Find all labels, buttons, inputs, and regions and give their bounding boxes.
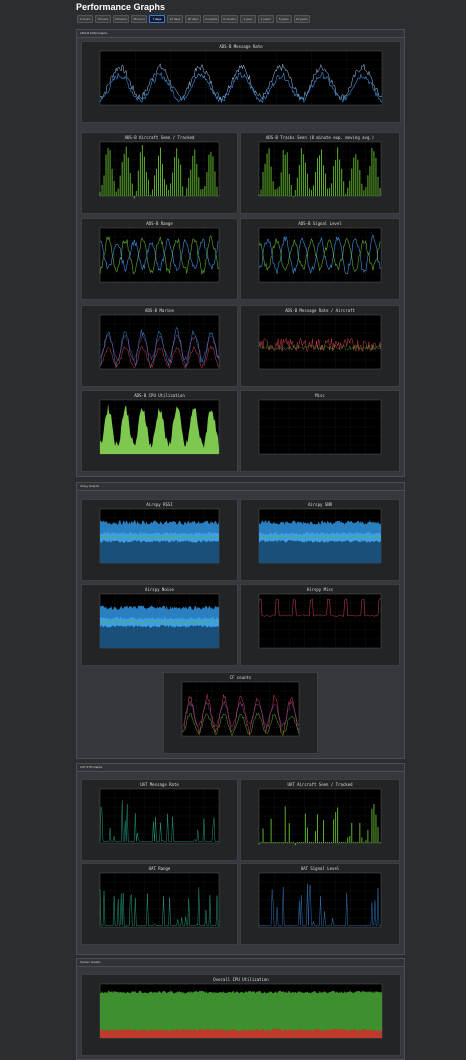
graph-title: CF counts <box>230 675 252 680</box>
graph-airspy-rssi[interactable]: Airspy RSSI <box>81 499 238 581</box>
graph-title: Airspy Misc <box>307 587 334 592</box>
graph-title: ADS-B Tracks Seen (8 minute exp. moving … <box>266 135 374 140</box>
range-button-48h[interactable]: 48 hours <box>131 15 147 23</box>
range-button-24h[interactable]: 24 hours <box>113 15 129 23</box>
graph-title: ADS-B CPU Utilization <box>134 393 185 398</box>
range-button-7d[interactable]: 7 days <box>149 15 165 23</box>
graph-canvas: ADS-B CPU Utilization <box>99 393 220 455</box>
graph-adsb-message-rate[interactable]: ADS-B Message Rate <box>81 41 401 123</box>
range-button-1h[interactable]: 1 hours <box>77 15 93 23</box>
graph-adsb-message-aircraft[interactable]: ADS-B Message Rate / Aircraft <box>240 305 400 387</box>
range-button-6m[interactable]: 6 months <box>221 15 238 23</box>
range-button-10y[interactable]: 10 years <box>293 15 310 23</box>
graph-title: ADS-B Message Rate <box>219 44 263 49</box>
graph-adsb-aircraft[interactable]: ADS-B Aircraft Seen / Tracked <box>81 132 238 214</box>
graph-canvas: ADS-B Message Rate <box>99 44 383 106</box>
graph-title: ADS-B Range <box>146 221 173 226</box>
graph-title: ADS-B Message Rate / Aircraft <box>285 308 355 313</box>
graph-title: UAT Signal Level <box>301 866 340 871</box>
graph-title: Airspy SNR <box>308 502 333 507</box>
range-button-1y[interactable]: 1 year <box>239 15 256 23</box>
graph-canvas: UAT Message Rate <box>99 782 220 844</box>
graph-canvas: ADS-B Tracks Seen (8 minute exp. moving … <box>258 135 382 197</box>
graph-adsb-tracks[interactable]: ADS-B Tracks Seen (8 minute exp. moving … <box>240 132 400 214</box>
range-button-5y[interactable]: 5 years <box>275 15 292 23</box>
graph-title: Misc <box>315 393 325 398</box>
graph-overall-cpu[interactable]: Overall CPU Utilization <box>81 974 401 1056</box>
graph-canvas: Airspy Misc <box>258 587 382 649</box>
graph-canvas: CF counts <box>181 675 300 737</box>
graph-airspy-snr[interactable]: Airspy SNR <box>240 499 400 581</box>
graph-canvas: ADS-B Message Rate / Aircraft <box>258 308 382 370</box>
graph-canvas: UAT Signal Level <box>258 866 382 928</box>
graph-title: ADS-B Aircraft Seen / Tracked <box>125 135 195 140</box>
graph-canvas: Misc <box>258 393 382 455</box>
graph-cf-counts[interactable]: CF counts <box>163 672 318 754</box>
graph-uat-signal[interactable]: UAT Signal Level <box>240 863 400 945</box>
graph-misc[interactable]: Misc <box>240 390 400 472</box>
graph-airspy-noise[interactable]: Airspy Noise <box>81 584 238 666</box>
graph-title: ADS-B Signal Level <box>298 221 342 226</box>
graph-title: Airspy Noise <box>145 587 174 592</box>
time-range-selector: 1 hours 6 hours 24 hours 48 hours 7 days… <box>77 15 310 23</box>
graph-adsb-range[interactable]: ADS-B Range <box>81 218 238 300</box>
range-button-14d[interactable]: 14 days <box>167 15 183 23</box>
graph-canvas: UAT Aircraft Seen / Tracked <box>258 782 382 846</box>
graph-canvas: Airspy Noise <box>99 587 220 649</box>
graph-title: Overall CPU Utilization <box>213 977 269 982</box>
graph-title: UAT Message Rate <box>140 782 179 787</box>
graph-canvas: ADS-B Aircraft Seen / Tracked <box>99 135 220 199</box>
graph-canvas: Airspy RSSI <box>99 502 220 564</box>
graph-title: Airspy RSSI <box>146 502 173 507</box>
section-header: UAT 978 Graphs <box>77 764 404 772</box>
graph-uat-aircraft[interactable]: UAT Aircraft Seen / Tracked <box>240 779 400 861</box>
graph-canvas: Airspy SNR <box>258 502 382 564</box>
range-button-6h[interactable]: 6 hours <box>95 15 111 23</box>
graph-title: UAT Range <box>149 866 171 871</box>
graph-adsb-signal[interactable]: ADS-B Signal Level <box>240 218 400 300</box>
graph-uat-range[interactable]: UAT Range <box>81 863 238 945</box>
graph-adsb-cpu[interactable]: ADS-B CPU Utilization <box>81 390 238 472</box>
section-header: ADS-B 1090 Graphs <box>77 30 404 38</box>
range-button-30d[interactable]: 30 days <box>185 15 201 23</box>
graph-canvas: Overall CPU Utilization <box>99 977 383 1039</box>
range-button-3m[interactable]: 3 months <box>203 15 220 23</box>
graph-canvas: ADS-B Signal Level <box>258 221 382 283</box>
graph-canvas: ADS-B Marine <box>99 308 220 370</box>
graph-airspy-misc[interactable]: Airspy Misc <box>240 584 400 666</box>
graph-title: ADS-B Marine <box>145 308 174 313</box>
graph-uat-message-rate[interactable]: UAT Message Rate <box>81 779 238 861</box>
graph-adsb-marine[interactable]: ADS-B Marine <box>81 305 238 387</box>
page-title: Performance Graphs <box>76 2 166 12</box>
graph-title: UAT Aircraft Seen / Tracked <box>287 782 353 787</box>
range-button-2y[interactable]: 2 years <box>257 15 274 23</box>
graph-canvas: UAT Range <box>99 866 220 928</box>
section-header: System Graphs <box>77 959 404 967</box>
graph-canvas: ADS-B Range <box>99 221 220 283</box>
section-header: Airspy Graphs <box>77 483 404 491</box>
